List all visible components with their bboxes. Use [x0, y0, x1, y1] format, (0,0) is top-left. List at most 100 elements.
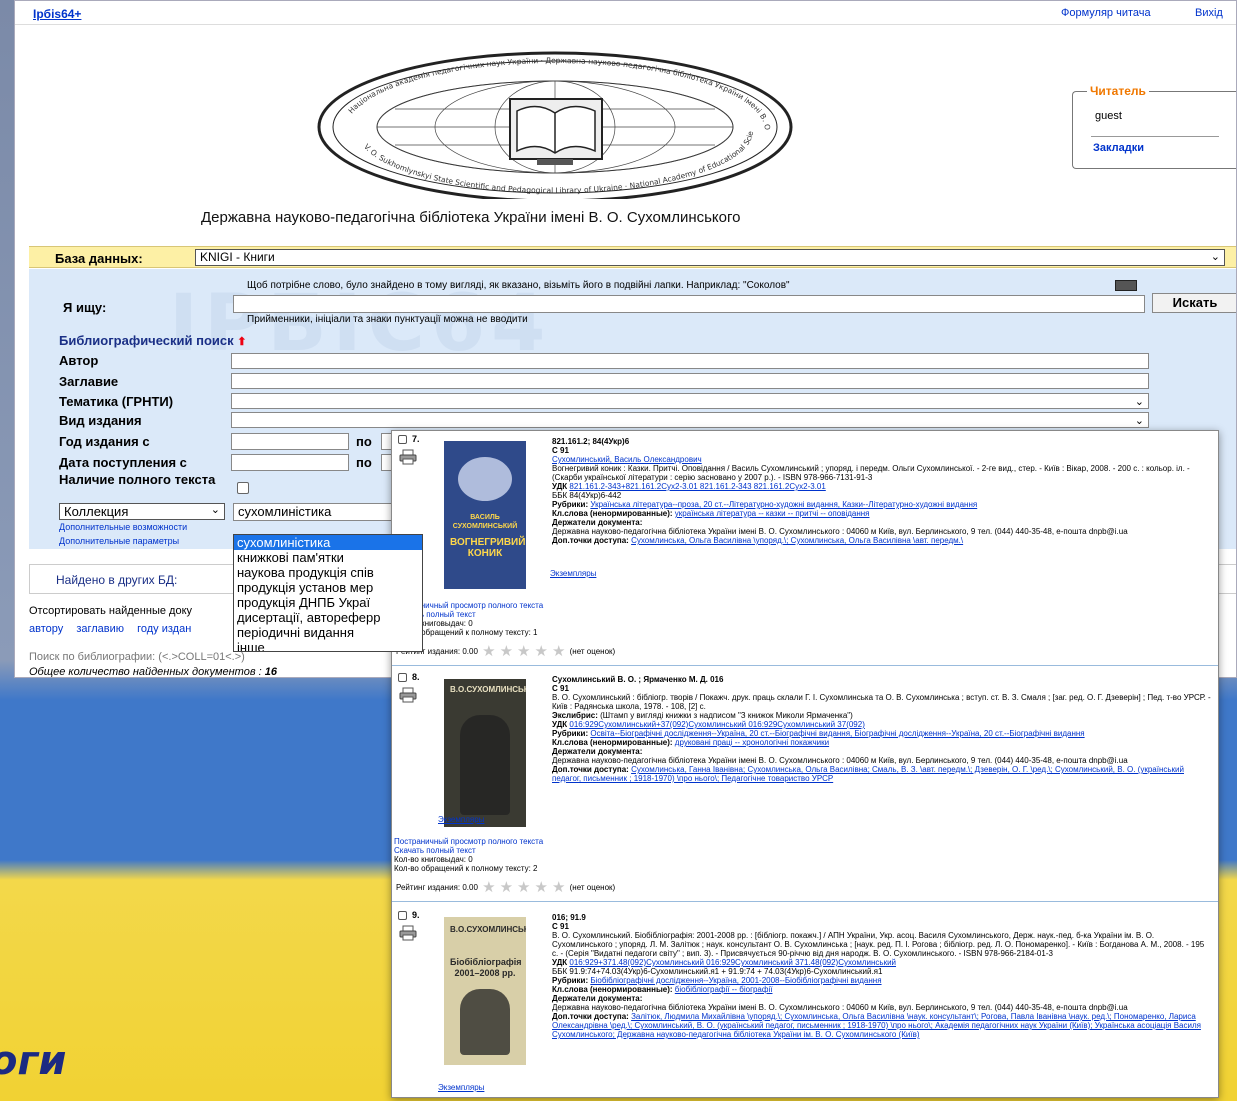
additional-options-link[interactable]: Дополнительные возможности: [59, 522, 187, 532]
additional-params-link[interactable]: Дополнительные параметры: [59, 536, 179, 546]
sort-by-title[interactable]: заглавию: [76, 623, 124, 635]
star-icon[interactable]: ★: [552, 880, 565, 895]
record-line: Державна науково-педагогічна бібліотека …: [552, 527, 1212, 536]
star-icon[interactable]: ★: [482, 644, 495, 659]
chevron-down-icon: ⌄: [1134, 396, 1144, 408]
keyboard-icon[interactable]: [1115, 280, 1137, 291]
collection-select[interactable]: Коллекция ⌄: [59, 503, 225, 520]
book-cover-image[interactable]: В.О.СУХОМЛИНСЬКИЙ: [444, 679, 526, 827]
search-button[interactable]: Искать: [1152, 293, 1236, 313]
sort-by-author[interactable]: автору: [29, 623, 63, 635]
record-field-label: Доп.точки доступа:: [552, 536, 632, 545]
topic-label: Тематика (ГРНТИ): [59, 394, 174, 409]
record-checkbox[interactable]: [398, 435, 407, 444]
star-icon[interactable]: ★: [535, 880, 548, 895]
record-link[interactable]: Сухомлинська, Ганна Іванівна; Сухомлинсь…: [552, 765, 1184, 783]
bookmarks-link[interactable]: Закладки: [1093, 142, 1144, 154]
record-field-label: УДК: [552, 720, 570, 729]
star-icon[interactable]: ★: [500, 644, 513, 659]
database-select[interactable]: KNIGI - Книги ⌄: [195, 249, 1225, 266]
record-link[interactable]: Біобібліографічні дослідження--Україна, …: [590, 976, 881, 985]
reader-form-link[interactable]: Формуляр читача: [1061, 7, 1151, 19]
record-link[interactable]: друковані праці -- хронологічні покажчик…: [675, 738, 829, 747]
record-link[interactable]: Освіта--Біографічні дослідження--Україна…: [590, 729, 1084, 738]
dropdown-option[interactable]: дисертації, автореферр: [234, 610, 422, 625]
sort-by-year[interactable]: году издан: [137, 623, 191, 635]
star-icon[interactable]: ★: [500, 880, 513, 895]
record-number: 8.: [412, 672, 420, 682]
dropdown-option[interactable]: продукція установ мер: [234, 580, 422, 595]
dropdown-option[interactable]: періодичні видання: [234, 625, 422, 640]
record-link[interactable]: українська література -- казки -- притчі…: [675, 509, 870, 518]
record-line: В. О. Сухомлинський. Біобібліографія: 20…: [552, 931, 1212, 958]
record-checkbox[interactable]: [398, 673, 407, 682]
star-icon[interactable]: ★: [482, 880, 495, 895]
dropdown-option[interactable]: інше: [234, 640, 422, 651]
collection-select-value: Коллекция: [64, 504, 129, 519]
record-line: Кл.слова (ненормированные): біобібліогра…: [552, 985, 1212, 994]
record-bold-text: 821.161.2; 84(4Укр)6: [552, 437, 630, 446]
search-hint-bottom: Прийменники, ініціали та знаки пунктуаці…: [247, 314, 528, 325]
arrow-up-icon[interactable]: ⬆: [237, 336, 246, 348]
title-label: Заглавие: [59, 374, 119, 389]
record-line: ББК 84(4Укр)6-442: [552, 491, 1212, 500]
rating-label: Рейтинг издания: 0.00: [396, 883, 478, 893]
cover-title: ВАСИЛЬ СУХОМЛИНСЬКИЙ: [452, 514, 518, 530]
record-link[interactable]: 016:929Сухомлинський+37(092)Сухомлинськи…: [569, 720, 865, 729]
record-link[interactable]: Сухомлинська, Ольга Василівна \упоряд.\;…: [631, 536, 963, 545]
book-cover-image[interactable]: ВАСИЛЬ СУХОМЛИНСЬКИЙ ВОГНЕГРИВИЙ КОНИК: [444, 441, 526, 589]
copies-link[interactable]: Экземпляры: [438, 815, 484, 824]
search-hint-top: Щоб потрібне слово, було знайдено в тому…: [247, 280, 790, 291]
printer-icon[interactable]: [399, 687, 417, 703]
book-cover-image[interactable]: В.О.СУХОМЛИНСЬКИЙ Біобібліографія 2001–2…: [444, 917, 526, 1065]
star-icon[interactable]: ★: [517, 644, 530, 659]
date-from-label: Дата поступления с: [59, 455, 187, 470]
record-link[interactable]: Залітюк, Людмила Михайлівна \упоряд.\; С…: [552, 1012, 1201, 1039]
record-link[interactable]: Українська література--проза, 20 ст.--Лі…: [590, 500, 977, 509]
full-text-view-link[interactable]: Постраничный просмотр полного текста: [394, 837, 543, 846]
record-checkbox[interactable]: [398, 911, 407, 920]
year-from-input[interactable]: [231, 433, 349, 450]
star-icon[interactable]: ★: [535, 644, 548, 659]
edition-type-select[interactable]: ⌄: [231, 412, 1149, 428]
database-row: База данных: KNIGI - Книги ⌄: [29, 246, 1236, 268]
dropdown-option[interactable]: продукція ДНПБ Украї: [234, 595, 422, 610]
record-line: УДК 016:929Сухомлинський+37(092)Сухомлин…: [552, 720, 1212, 729]
full-text-checkbox[interactable]: [237, 482, 249, 494]
biblio-search-title[interactable]: Библиографический поиск ⬆: [59, 333, 247, 348]
record-text: ББК 84(4Укр)6-442: [552, 491, 622, 500]
full-text-download-link[interactable]: Скачать полный текст: [394, 846, 543, 855]
search-input[interactable]: [233, 295, 1145, 313]
copies-link[interactable]: Экземпляры: [438, 1083, 484, 1092]
record-line: ББК 91.9:74+74.03(4Укр)6-Сухомлинський.я…: [552, 967, 1212, 976]
record-link[interactable]: 821.161.2-343+821.161.2Сух2-3.01 821.161…: [569, 482, 825, 491]
printer-icon[interactable]: [399, 449, 417, 465]
dropdown-option[interactable]: наукова продукція спів: [234, 565, 422, 580]
record-line: Доп.точки доступа: Сухомлинська, Ганна І…: [552, 765, 1212, 783]
date-from-input[interactable]: [231, 454, 349, 471]
star-icon[interactable]: ★: [552, 644, 565, 659]
topic-select[interactable]: ⌄: [231, 393, 1149, 409]
star-icon[interactable]: ★: [517, 880, 530, 895]
record-line: Кл.слова (ненормированные): друковані пр…: [552, 738, 1212, 747]
record-line: В. О. Сухомлинський : бібліогр. творів /…: [552, 693, 1212, 711]
record-line: Сухомлинський, Василь Олександрович: [552, 455, 1212, 464]
record-field-label: Доп.точки доступа:: [552, 765, 632, 774]
author-input[interactable]: [231, 353, 1149, 369]
printer-icon[interactable]: [399, 925, 417, 941]
dropdown-option[interactable]: сухомлиністика: [234, 535, 422, 550]
record-line: Кл.слова (ненормированные): українська л…: [552, 509, 1212, 518]
collection-dropdown[interactable]: сухомлиністика книжкові пам'ятки наукова…: [233, 534, 423, 652]
record-link[interactable]: біобібліографії -- біографії: [675, 985, 773, 994]
copies-link[interactable]: Экземпляры: [550, 569, 596, 578]
exit-link[interactable]: Вихід: [1195, 7, 1223, 19]
record-field-label: Доп.точки доступа:: [552, 1012, 632, 1021]
record-field-label: Рубрики:: [552, 976, 591, 985]
dropdown-option[interactable]: книжкові пам'ятки: [234, 550, 422, 565]
brand-link[interactable]: Ірбіs64+: [33, 7, 81, 21]
record-link[interactable]: Сухомлинський, Василь Олександрович: [552, 455, 702, 464]
no-ratings-label: (нет оценок): [569, 883, 616, 893]
record-description: 016; 91.9 С 91 В. О. Сухомлинський. Біобі…: [552, 913, 1212, 1039]
title-input[interactable]: [231, 373, 1149, 389]
record-link[interactable]: 016:929+371.48(092)Сухомлинський 016:929…: [569, 958, 896, 967]
